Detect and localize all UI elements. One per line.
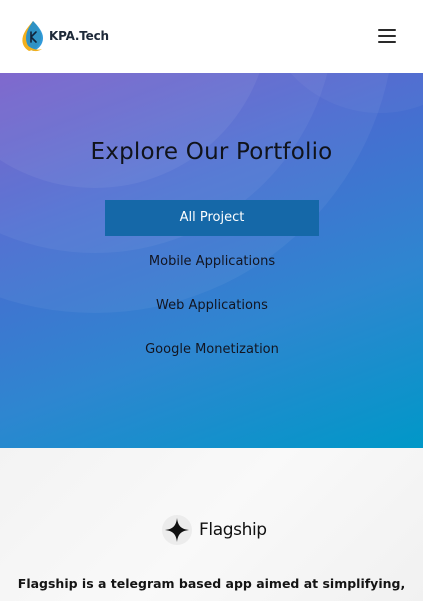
portfolio-hero: Explore Our Portfolio All Project Mobile…	[0, 73, 423, 448]
site-header: KPA.Tech	[0, 0, 423, 73]
page-title: Explore Our Portfolio	[90, 139, 333, 165]
project-name: Flagship	[199, 520, 267, 540]
project-card: Flagship Flagship is a telegram based ap…	[0, 448, 423, 601]
sparkle-star-icon	[162, 515, 192, 545]
project-brand[interactable]: Flagship	[162, 515, 267, 545]
kpa-logo-icon	[22, 21, 43, 52]
hamburger-menu-icon[interactable]	[378, 28, 400, 44]
filter-mobile-applications[interactable]: Mobile Applications	[105, 244, 319, 280]
project-description: Flagship is a telegram based app aimed a…	[17, 576, 406, 591]
logo-text: KPA.Tech	[49, 29, 109, 43]
filter-google-monetization[interactable]: Google Monetization	[105, 332, 319, 368]
logo[interactable]: KPA.Tech	[20, 20, 109, 52]
filter-web-applications[interactable]: Web Applications	[105, 288, 319, 324]
filter-all-projects[interactable]: All Project	[105, 200, 319, 236]
